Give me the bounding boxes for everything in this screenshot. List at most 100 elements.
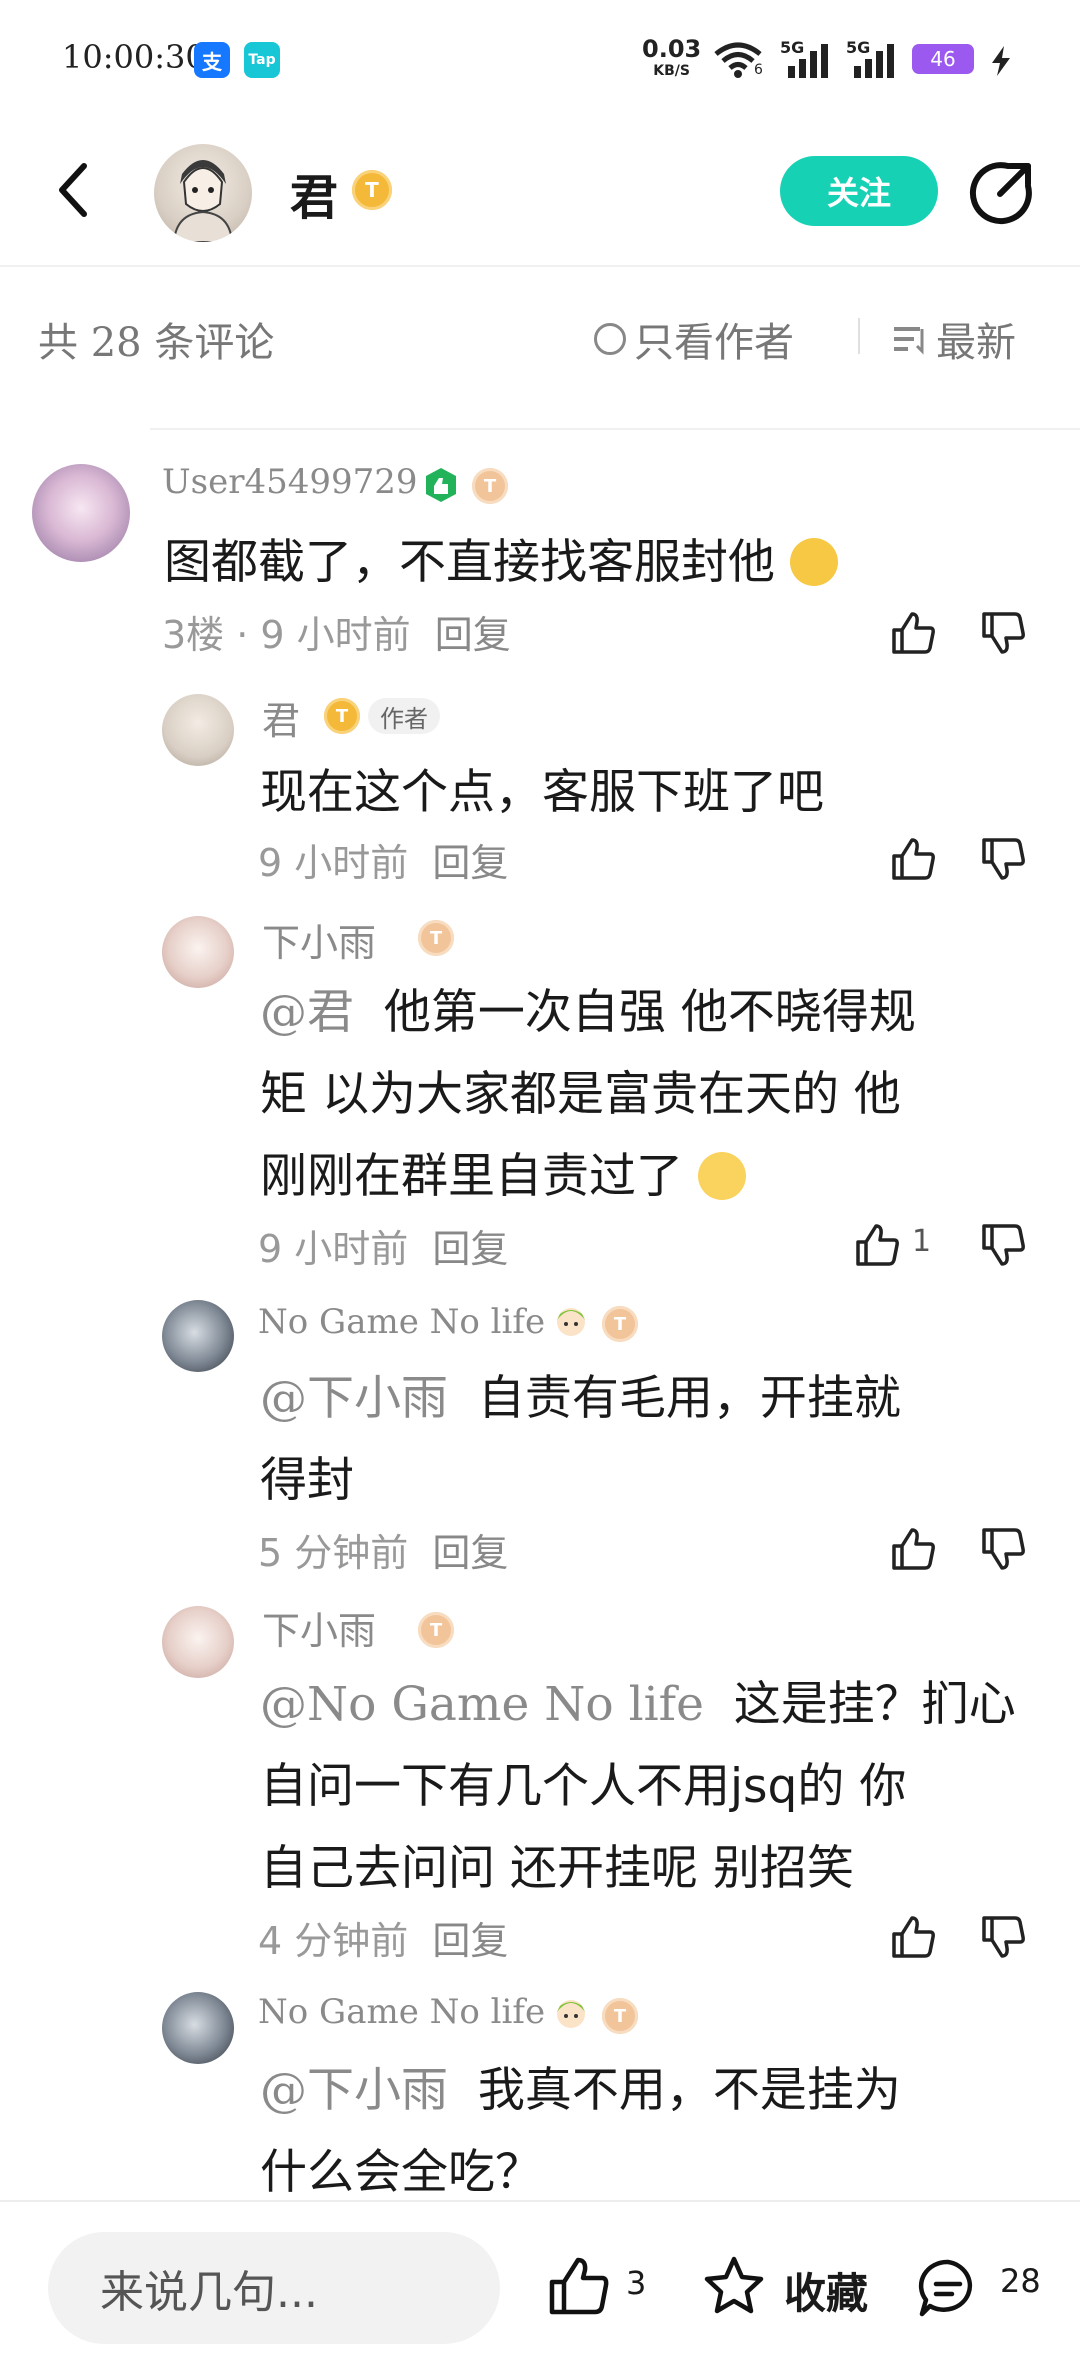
dislike-icon[interactable] [978,1912,1028,1962]
reply-button[interactable]: 回复 [432,841,508,885]
avatar[interactable] [162,1606,234,1678]
count-suffix: 条评论 [154,320,275,366]
mention-link[interactable]: @下小雨 [260,1371,448,1426]
dislike-icon[interactable] [978,834,1028,884]
comment-text: 图都截了，不直接找客服封他 [164,522,838,604]
comment-text: @下小雨 自责有毛用，开挂就 得封 [260,1358,1050,1522]
comment-line-1: 我真不用，不是挂为 [477,2063,901,2118]
mention-link[interactable]: @君 [260,985,354,1040]
radio-circle-icon [594,323,626,355]
avatar[interactable] [162,1992,234,2064]
comment-meta: 9 小时前 回复 [258,832,508,887]
comment-text: @No Game No life 这是挂？扪心 自问一下有几个人不用jsq的 你… [260,1664,1050,1910]
alipay-icon: 支 [194,42,230,78]
comment-username[interactable]: 下小雨 [262,1600,376,1655]
level-badge: T [472,468,508,504]
header-divider [0,265,1080,267]
level-badge: T [324,698,360,734]
network-speed: 0.03 KB/S [642,35,702,82]
level-badge: T [602,1998,638,2034]
bottom-divider [0,2200,1080,2202]
comment-time: 9 小时前 [258,841,409,885]
comment-meta: 5 分钟前 回复 [258,1522,508,1577]
avatar[interactable] [162,694,234,766]
level-badge: T [418,1612,454,1648]
wifi-standard: 6 [754,62,763,78]
reply-button[interactable]: 回复 [432,1531,508,1575]
comment-text: 现在这个点，客服下班了吧 [260,765,824,820]
dizzy-emoji-icon [697,1151,746,1200]
comment-input[interactable]: 来说几句... [48,2232,500,2344]
like-icon[interactable] [888,834,938,884]
battery-icon: 46 [912,44,974,74]
comment-line-1: 他第一次自强 他不晓得规 [383,985,916,1040]
comment-count: 共 28 条评论 [38,310,274,368]
avatar[interactable] [162,1300,234,1372]
mention-link[interactable]: @下小雨 [260,2063,448,2118]
dislike-icon[interactable] [978,1220,1028,1270]
comment-line-2: 矩 以为大家都是富贵在天的 他 [260,1067,901,1122]
comment-line-1: 这是挂？扪心 [733,1677,1016,1732]
signal-1-icon [788,44,828,78]
comment-time: 9 小时前 [258,1227,409,1271]
comment-line-2: 自问一下有几个人不用jsq的 你 [260,1759,907,1814]
comment-text: @君 他第一次自强 他不晓得规 矩 以为大家都是富贵在天的 他 刚刚在群里自责过… [260,972,1050,1218]
comment-line-1: 自责有毛用，开挂就 [477,1371,901,1426]
status-time: 10:00:30 [62,38,206,76]
sort-toggle[interactable]: 最新 [890,310,1016,368]
comment-line: @君 他第一次自强 他不晓得规 [260,972,1050,1054]
green-hand-badge-icon [426,468,456,502]
comment-meta: 3楼 · 9 小时前 回复 [162,604,511,659]
filter-separator [858,318,860,354]
laughing-emoji-icon [789,537,838,586]
back-arrow-icon[interactable] [54,160,94,220]
comment-line: 刚刚在群里自责过了 [260,1136,1050,1218]
comment-line: @下小雨 自责有毛用，开挂就 [260,1358,1050,1440]
share-icon[interactable] [968,158,1036,226]
reply-button[interactable]: 回复 [432,1919,508,1963]
character-badge-icon [557,1308,585,1336]
list-divider [150,428,1080,430]
comment-time: 4 分钟前 [258,1919,409,1963]
level-badge: T [418,920,454,956]
dislike-icon[interactable] [978,608,1028,658]
signal-2-icon [854,44,894,78]
net-speed-value: 0.03 [642,35,702,63]
like-icon[interactable] [546,2254,610,2318]
comment-username[interactable]: 君 [262,690,300,745]
count-number: 28 [90,320,142,366]
comment-line-3: 刚刚在群里自责过了 [260,1149,683,1204]
comment-line-3: 自己去问问 还开挂呢 别招笑 [260,1841,854,1896]
like-count: 1 [912,1224,932,1259]
like-icon[interactable] [852,1220,902,1270]
author-name[interactable]: 君 [290,158,338,228]
sort-label: 最新 [936,320,1016,366]
like-icon[interactable] [888,1524,938,1574]
follow-button[interactable]: 关注 [780,156,938,226]
reply-button[interactable]: 回复 [435,613,511,657]
level-badge: T [352,170,392,210]
dislike-icon[interactable] [978,1524,1028,1574]
character-badge-icon [557,2000,585,2028]
star-icon[interactable] [702,2254,766,2318]
like-icon[interactable] [888,608,938,658]
comment-icon[interactable] [916,2256,980,2320]
net-speed-unit: KB/S [653,63,690,79]
mention-link[interactable]: @No Game No life [260,1677,704,1732]
only-author-toggle[interactable]: 只看作者 [594,310,794,368]
avatar[interactable] [32,464,130,562]
author-avatar[interactable] [154,144,252,242]
only-author-label: 只看作者 [634,320,794,366]
comment-username[interactable]: No Game No life [258,1992,545,2032]
taptap-icon: Tap [244,42,280,78]
reply-button[interactable]: 回复 [432,1227,508,1271]
comment-username[interactable]: No Game No life [258,1302,545,1342]
comment-username[interactable]: 下小雨 [262,912,376,967]
comment-meta: 9 小时前 回复 [258,1218,508,1273]
like-icon[interactable] [888,1912,938,1962]
comment-username[interactable]: User45499729 [162,462,418,502]
collect-button[interactable]: 收藏 [784,2260,868,2321]
avatar[interactable] [162,916,234,988]
comment-line: @下小雨 我真不用，不是挂为 [260,2050,1050,2132]
like-count: 3 [626,2264,647,2302]
